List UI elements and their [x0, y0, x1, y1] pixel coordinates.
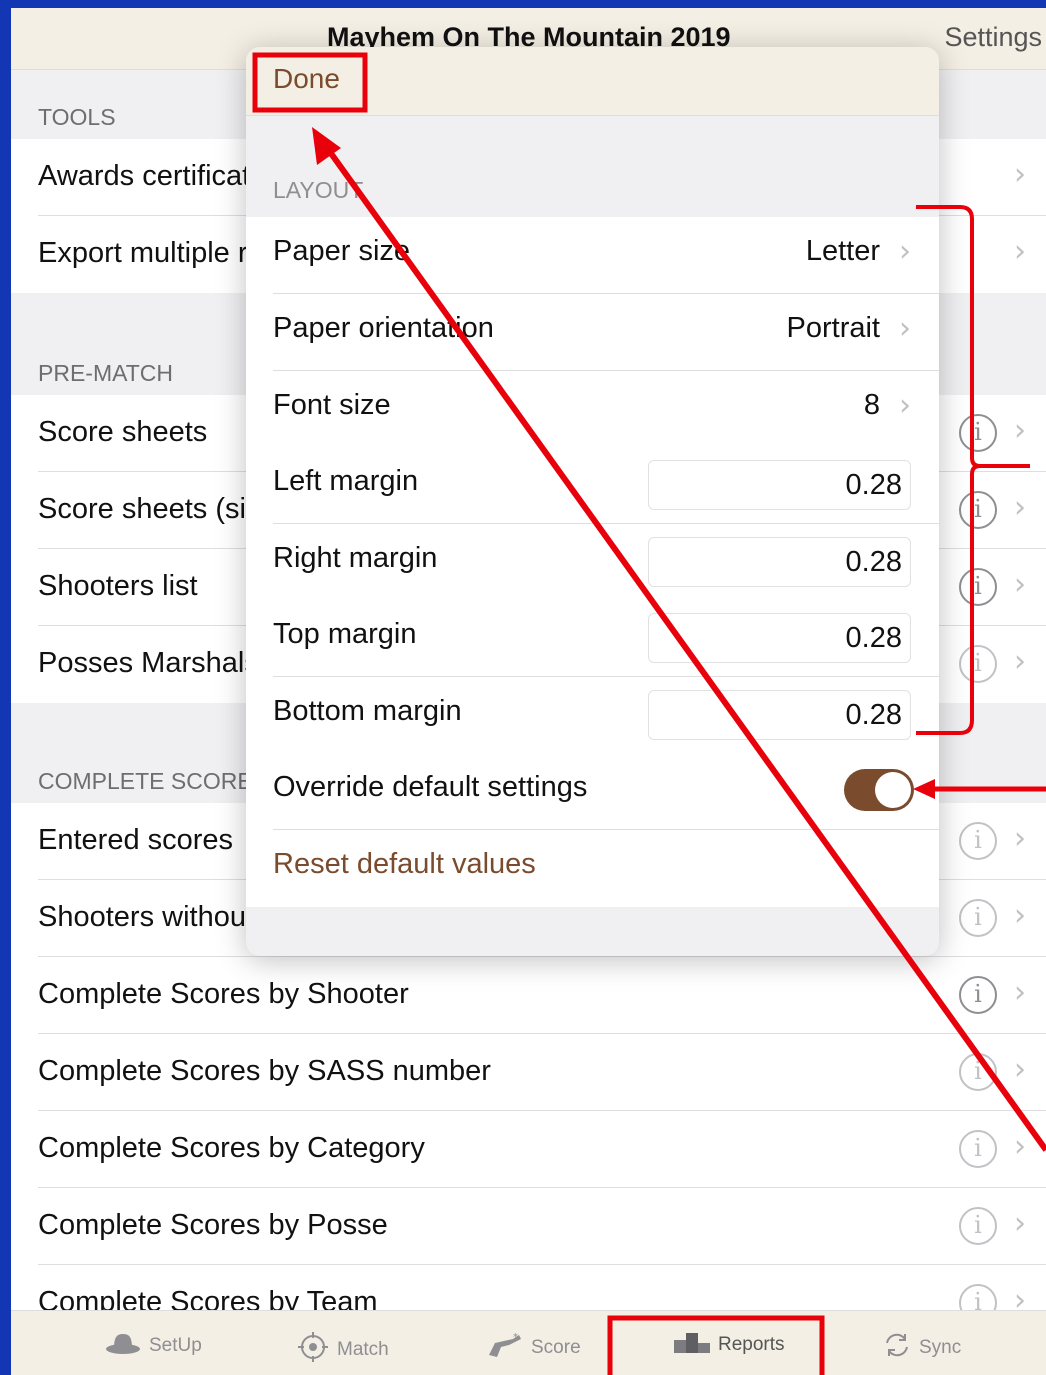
done-button[interactable]: Done — [273, 63, 340, 95]
info-icon[interactable]: i — [959, 1130, 997, 1168]
chevron-right-icon: › — [1014, 567, 1026, 602]
popover-header: Done — [246, 47, 939, 116]
right-margin-row: Right margin — [246, 524, 939, 601]
settings-button[interactable]: Settings — [944, 22, 1042, 53]
hat-icon — [105, 1331, 141, 1361]
info-icon[interactable]: i — [959, 899, 997, 937]
info-icon[interactable]: i — [959, 645, 997, 683]
tab-bar: SetUp Match * Score Reports Sync — [11, 1310, 1046, 1375]
svg-text:*: * — [513, 1332, 518, 1343]
chevron-right-icon: › — [899, 311, 911, 346]
info-icon[interactable]: i — [959, 976, 997, 1014]
override-row: Override default settings — [246, 753, 939, 830]
layout-settings-popover: Done LAYOUT Paper size Letter › Paper or… — [246, 47, 939, 956]
info-icon[interactable]: i — [959, 822, 997, 860]
top-margin-field[interactable] — [648, 613, 911, 663]
top-margin-row: Top margin — [246, 600, 939, 677]
desktop-background — [0, 0, 1046, 8]
podium-icon — [674, 1331, 710, 1359]
chevron-right-icon: › — [1014, 1052, 1026, 1087]
tab-sync[interactable]: Sync — [883, 1331, 961, 1365]
bottom-margin-field[interactable] — [648, 690, 911, 740]
info-icon[interactable]: i — [959, 414, 997, 452]
override-default-toggle[interactable] — [844, 769, 914, 811]
paper-size-row[interactable]: Paper size Letter › — [246, 217, 939, 294]
chevron-right-icon: › — [1014, 234, 1026, 269]
chevron-right-icon: › — [1014, 898, 1026, 933]
tab-setup[interactable]: SetUp — [105, 1331, 202, 1361]
reset-default-values-button[interactable]: Reset default values — [273, 848, 536, 881]
chevron-right-icon: › — [899, 388, 911, 423]
chevron-right-icon: › — [1014, 975, 1026, 1010]
tab-reports[interactable]: Reports — [674, 1331, 785, 1359]
info-icon[interactable]: i — [959, 491, 997, 529]
reset-row[interactable]: Reset default values — [246, 830, 939, 907]
left-margin-field[interactable] — [648, 460, 911, 510]
chevron-right-icon: › — [1014, 490, 1026, 525]
tab-score[interactable]: * Score — [485, 1331, 581, 1365]
section-header-layout: LAYOUT — [273, 177, 364, 203]
paper-orientation-row[interactable]: Paper orientation Portrait › — [246, 294, 939, 371]
chevron-right-icon: › — [1014, 644, 1026, 679]
chevron-right-icon: › — [1014, 157, 1026, 192]
chevron-right-icon: › — [1014, 821, 1026, 856]
info-icon[interactable]: i — [959, 1207, 997, 1245]
chevron-right-icon: › — [899, 234, 911, 269]
sync-icon — [883, 1331, 911, 1365]
list-item[interactable]: Complete Scores by Category i › — [11, 1111, 1046, 1188]
target-icon — [297, 1331, 329, 1369]
info-icon[interactable]: i — [959, 568, 997, 606]
chevron-right-icon: › — [1014, 1129, 1026, 1164]
revolver-icon: * — [485, 1331, 523, 1365]
list-item[interactable]: Complete Scores by SASS number i › — [11, 1034, 1046, 1111]
info-icon[interactable]: i — [959, 1053, 997, 1091]
font-size-row[interactable]: Font size 8 › — [246, 371, 939, 448]
tab-match[interactable]: Match — [297, 1331, 389, 1369]
left-margin-row: Left margin — [246, 447, 939, 524]
list-item[interactable]: Complete Scores by Shooter i › — [11, 957, 1046, 1034]
chevron-right-icon: › — [1014, 1206, 1026, 1241]
right-margin-field[interactable] — [648, 537, 911, 587]
bottom-margin-row: Bottom margin — [246, 677, 939, 754]
chevron-right-icon: › — [1014, 413, 1026, 448]
list-item[interactable]: Complete Scores by Posse i › — [11, 1188, 1046, 1265]
